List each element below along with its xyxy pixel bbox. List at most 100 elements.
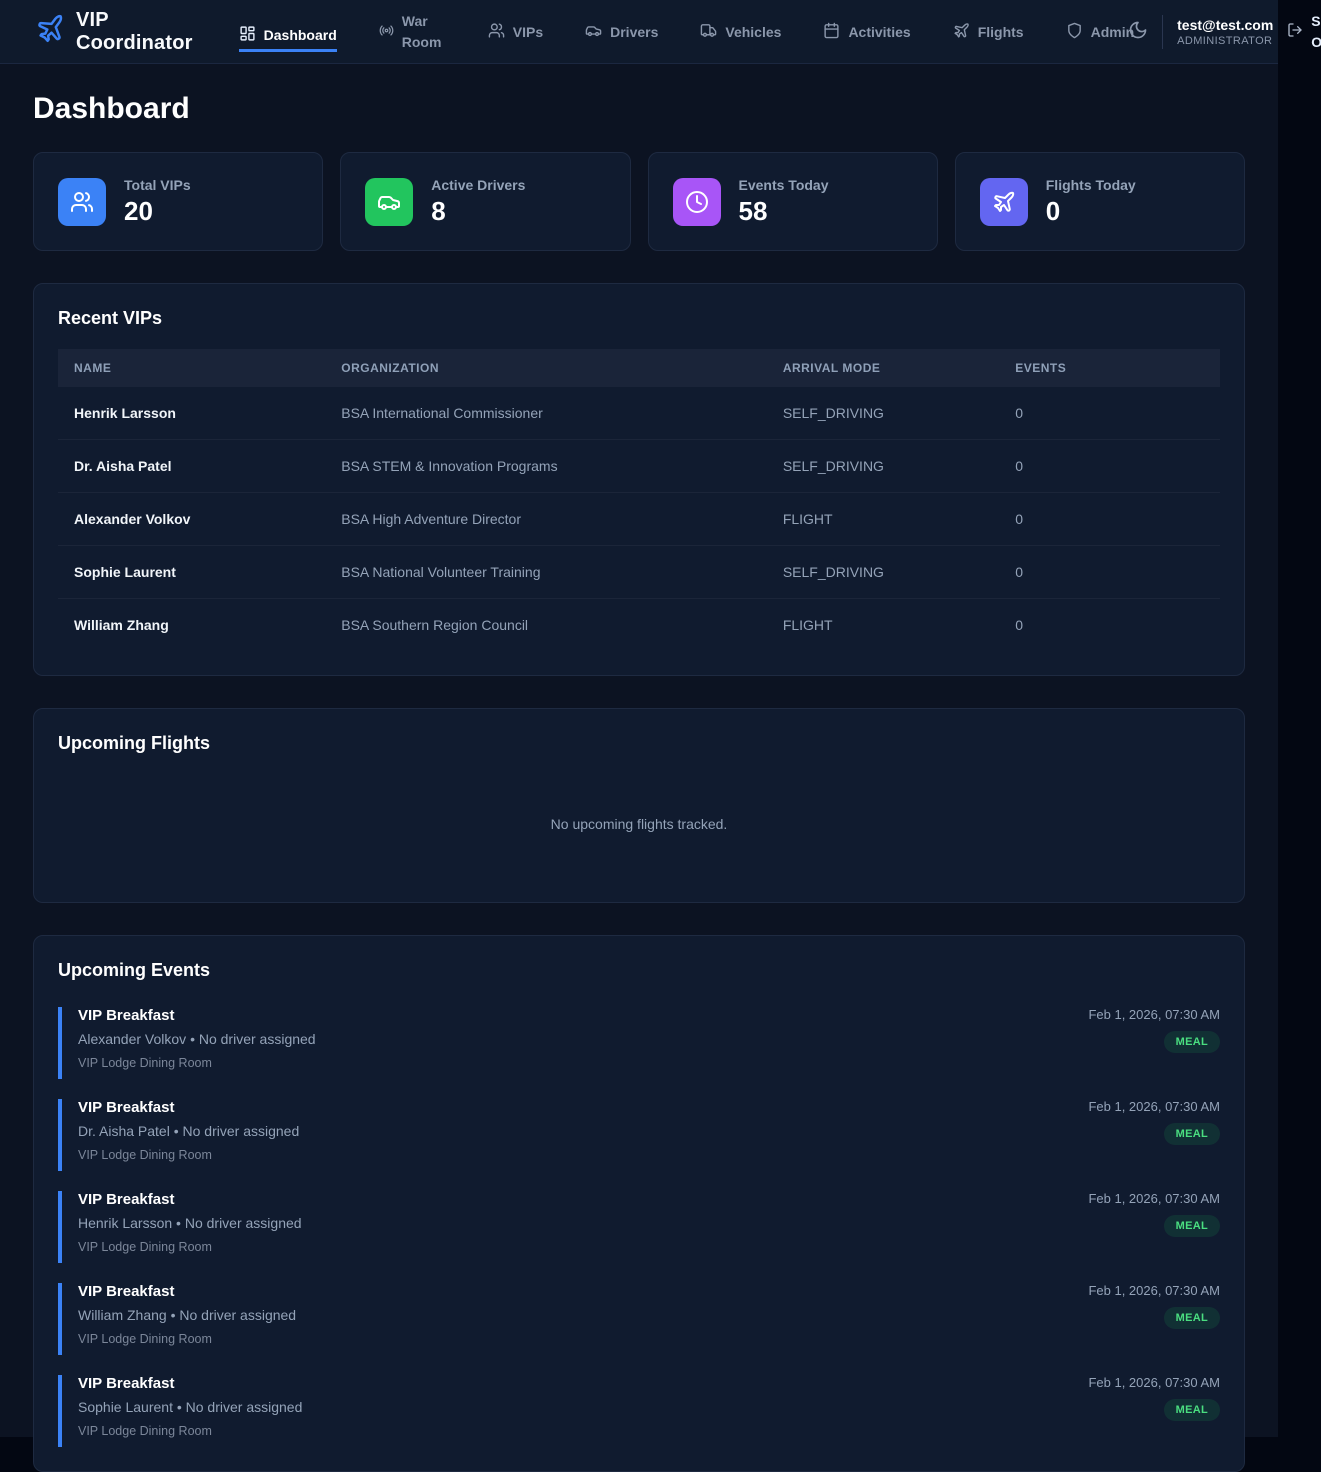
nav-label: Activities: [848, 24, 910, 40]
nav-item-dashboard[interactable]: Dashboard: [239, 19, 337, 52]
nav-item-admin[interactable]: Admin: [1066, 16, 1135, 48]
nav-label: VIPs: [513, 24, 543, 40]
vip-events-count: 0: [999, 493, 1220, 546]
nav-item-war-room[interactable]: War Room: [379, 5, 446, 58]
event-location: VIP Lodge Dining Room: [78, 1240, 302, 1254]
event-datetime: Feb 1, 2026, 07:30 AM: [1088, 1375, 1220, 1390]
vip-organization: BSA Southern Region Council: [325, 599, 767, 652]
nav-item-activities[interactable]: Activities: [823, 16, 910, 48]
vip-arrival-mode: SELF_DRIVING: [767, 387, 999, 440]
stat-value: 8: [431, 196, 525, 227]
clock-icon: [673, 178, 721, 226]
stat-card-flights-today: Flights Today 0: [955, 152, 1245, 251]
recent-vips-table: Name Organization Arrival Mode Events He…: [58, 349, 1220, 651]
event-datetime: Feb 1, 2026, 07:30 AM: [1088, 1099, 1220, 1114]
log-out-icon: [1287, 22, 1303, 41]
event-location: VIP Lodge Dining Room: [78, 1424, 302, 1438]
column-header-organization: Organization: [325, 349, 767, 387]
stat-label: Events Today: [739, 177, 829, 193]
vip-organization: BSA High Adventure Director: [325, 493, 767, 546]
stat-card-events-today: Events Today 58: [648, 152, 938, 251]
recent-vips-title: Recent VIPs: [58, 308, 1220, 329]
event-location: VIP Lodge Dining Room: [78, 1332, 296, 1346]
user-role: ADMINISTRATOR: [1177, 35, 1273, 47]
stats-row: Total VIPs 20 Active Drivers 8 Events: [33, 152, 1245, 251]
event-title: VIP Breakfast: [78, 1007, 316, 1024]
event-datetime: Feb 1, 2026, 07:30 AM: [1088, 1283, 1220, 1298]
event-type-badge: MEAL: [1164, 1307, 1220, 1329]
car-icon: [365, 178, 413, 226]
plane-icon: [953, 22, 970, 42]
stat-card-active-drivers: Active Drivers 8: [340, 152, 630, 251]
table-row[interactable]: Alexander Volkov BSA High Adventure Dire…: [58, 493, 1220, 546]
event-list-item[interactable]: VIP Breakfast Sophie Laurent • No driver…: [58, 1375, 1220, 1447]
nav-item-vehicles[interactable]: Vehicles: [700, 16, 781, 48]
dashboard-icon: [239, 25, 256, 45]
stat-value: 0: [1046, 196, 1136, 227]
nav-item-flights[interactable]: Flights: [953, 16, 1024, 48]
user-email: test@test.com: [1177, 17, 1273, 33]
event-subtitle: Alexander Volkov • No driver assigned: [78, 1031, 316, 1047]
vip-name: Sophie Laurent: [58, 546, 325, 599]
sign-out-button[interactable]: Sign Out: [1287, 11, 1321, 53]
stat-label: Flights Today: [1046, 177, 1136, 193]
car-icon: [585, 22, 602, 42]
nav-item-drivers[interactable]: Drivers: [585, 16, 658, 48]
shield-icon: [1066, 22, 1083, 42]
event-datetime: Feb 1, 2026, 07:30 AM: [1088, 1007, 1220, 1022]
vip-name: Dr. Aisha Patel: [58, 440, 325, 493]
event-list-item[interactable]: VIP Breakfast Henrik Larsson • No driver…: [58, 1191, 1220, 1263]
event-list-item[interactable]: VIP Breakfast Alexander Volkov • No driv…: [58, 1007, 1220, 1079]
event-list-item[interactable]: VIP Breakfast William Zhang • No driver …: [58, 1283, 1220, 1355]
event-type-badge: MEAL: [1164, 1215, 1220, 1237]
vip-arrival-mode: FLIGHT: [767, 493, 999, 546]
vip-arrival-mode: SELF_DRIVING: [767, 546, 999, 599]
events-list: VIP Breakfast Alexander Volkov • No driv…: [58, 1007, 1220, 1447]
no-flights-message: No upcoming flights tracked.: [58, 774, 1220, 878]
upcoming-flights-title: Upcoming Flights: [58, 733, 1220, 754]
nav-label: Vehicles: [725, 24, 781, 40]
table-row[interactable]: Dr. Aisha Patel BSA STEM & Innovation Pr…: [58, 440, 1220, 493]
stat-label: Active Drivers: [431, 177, 525, 193]
calendar-icon: [823, 22, 840, 42]
event-location: VIP Lodge Dining Room: [78, 1056, 316, 1070]
event-subtitle: Sophie Laurent • No driver assigned: [78, 1399, 302, 1415]
event-subtitle: William Zhang • No driver assigned: [78, 1307, 296, 1323]
vip-events-count: 0: [999, 387, 1220, 440]
event-type-badge: MEAL: [1164, 1123, 1220, 1145]
sign-out-label: Sign Out: [1311, 11, 1321, 53]
vip-arrival-mode: FLIGHT: [767, 599, 999, 652]
nav-label: Drivers: [610, 24, 658, 40]
column-header-arrival-mode: Arrival Mode: [767, 349, 999, 387]
event-datetime: Feb 1, 2026, 07:30 AM: [1088, 1191, 1220, 1206]
event-list-item[interactable]: VIP Breakfast Dr. Aisha Patel • No drive…: [58, 1099, 1220, 1171]
moon-icon: [1128, 20, 1148, 43]
top-navbar: VIP Coordinator Dashboard War Room VIPs …: [0, 0, 1278, 64]
event-title: VIP Breakfast: [78, 1191, 302, 1208]
vip-name: William Zhang: [58, 599, 325, 652]
vip-name: Henrik Larsson: [58, 387, 325, 440]
vip-events-count: 0: [999, 599, 1220, 652]
event-title: VIP Breakfast: [78, 1099, 299, 1116]
recent-vips-panel: Recent VIPs Name Organization Arrival Mo…: [33, 283, 1245, 676]
upcoming-flights-panel: Upcoming Flights No upcoming flights tra…: [33, 708, 1245, 903]
vip-organization: BSA National Volunteer Training: [325, 546, 767, 599]
brand[interactable]: VIP Coordinator: [36, 9, 193, 55]
table-header-row: Name Organization Arrival Mode Events: [58, 349, 1220, 387]
vip-name: Alexander Volkov: [58, 493, 325, 546]
vip-arrival-mode: SELF_DRIVING: [767, 440, 999, 493]
navbar-right: test@test.com ADMINISTRATOR Sign Out: [1134, 11, 1321, 53]
table-row[interactable]: Sophie Laurent BSA National Volunteer Tr…: [58, 546, 1220, 599]
nav-label: Flights: [978, 24, 1024, 40]
stat-label: Total VIPs: [124, 177, 191, 193]
truck-icon: [700, 22, 717, 42]
column-header-events: Events: [999, 349, 1220, 387]
event-title: VIP Breakfast: [78, 1283, 296, 1300]
app-title: VIP Coordinator: [76, 9, 193, 55]
nav-item-vips[interactable]: VIPs: [488, 16, 543, 48]
event-subtitle: Dr. Aisha Patel • No driver assigned: [78, 1123, 299, 1139]
stat-card-total-vips: Total VIPs 20: [33, 152, 323, 251]
table-row[interactable]: Henrik Larsson BSA International Commiss…: [58, 387, 1220, 440]
table-row[interactable]: William Zhang BSA Southern Region Counci…: [58, 599, 1220, 652]
theme-toggle-button[interactable]: [1128, 20, 1148, 43]
